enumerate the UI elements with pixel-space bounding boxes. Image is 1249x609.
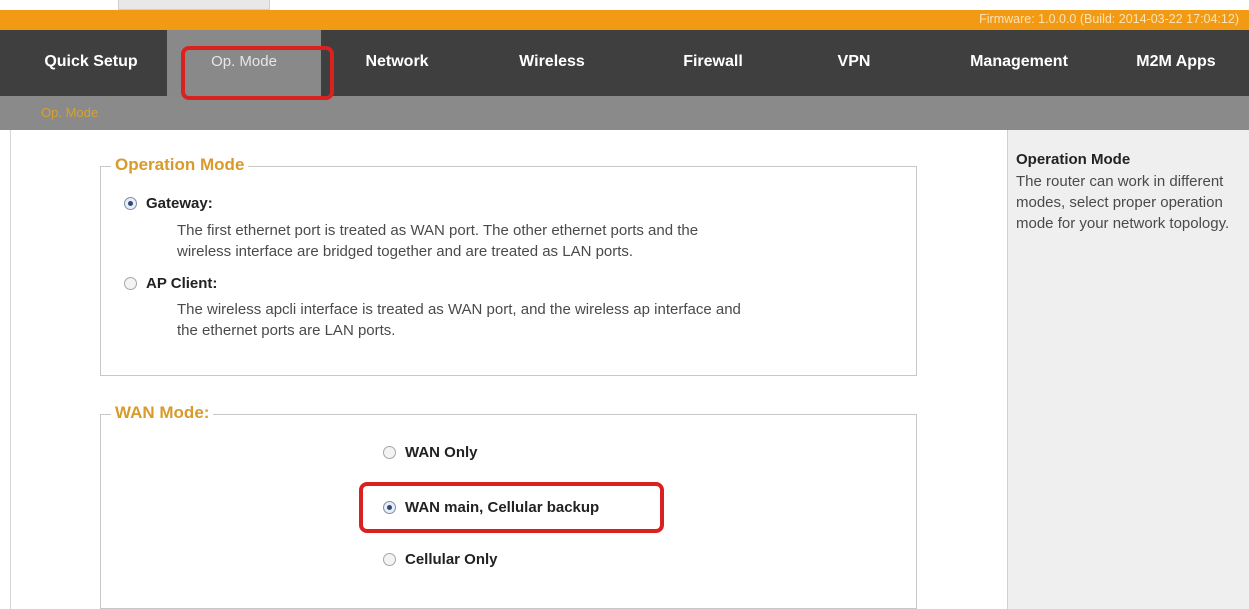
ap-client-description-line2: the ethernet ports are LAN ports.	[177, 322, 396, 339]
nav-wireless[interactable]: Wireless	[486, 30, 618, 96]
top-tab-stub	[118, 0, 270, 10]
sub-nav: Op. Mode	[0, 96, 1249, 130]
cellular-only-radio[interactable]	[383, 553, 396, 566]
gateway-option[interactable]: Gateway:	[124, 195, 213, 212]
nav-vpn[interactable]: VPN	[819, 30, 889, 96]
firmware-version: Firmware: 1.0.0.0 (Build: 2014-03-22 17:…	[979, 12, 1239, 26]
wan-main-cellular-backup-option[interactable]: WAN main, Cellular backup	[383, 499, 599, 516]
wan-only-option[interactable]: WAN Only	[383, 444, 478, 461]
nav-network[interactable]: Network	[338, 30, 456, 96]
gateway-description-line1: The first ethernet port is treated as WA…	[177, 222, 699, 239]
ap-client-option[interactable]: AP Client:	[124, 275, 217, 292]
nav-firewall[interactable]: Firewall	[650, 30, 776, 96]
nav-quick-setup[interactable]: Quick Setup	[22, 30, 160, 96]
wan-main-cellular-backup-label: WAN main, Cellular backup	[405, 499, 600, 516]
cellular-only-label: Cellular Only	[405, 551, 498, 568]
wan-main-cellular-backup-radio[interactable]	[383, 501, 396, 514]
cellular-only-option[interactable]: Cellular Only	[383, 551, 498, 568]
wan-only-radio[interactable]	[383, 446, 396, 459]
gateway-radio[interactable]	[124, 197, 137, 210]
wan-mode-legend: WAN Mode:	[111, 403, 214, 423]
operation-mode-fieldset: Operation Mode	[100, 155, 917, 376]
nav-m2m-apps[interactable]: M2M Apps	[1112, 30, 1240, 96]
help-text: The router can work in different modes, …	[1016, 173, 1230, 232]
nav-management[interactable]: Management	[944, 30, 1094, 96]
ap-client-label: AP Client:	[146, 275, 218, 292]
ap-client-description: The wireless apcli interface is treated …	[177, 299, 741, 341]
help-title: Operation Mode	[1016, 151, 1131, 168]
operation-mode-legend: Operation Mode	[111, 155, 249, 175]
main-nav: Quick Setup Op. Mode Network Wireless Fi…	[0, 30, 1249, 96]
gateway-label: Gateway:	[146, 195, 213, 212]
firmware-bar: Firmware: 1.0.0.0 (Build: 2014-03-22 17:…	[0, 10, 1249, 30]
wan-only-label: WAN Only	[405, 444, 478, 461]
subnav-op-mode[interactable]: Op. Mode	[41, 105, 98, 120]
gateway-description: The first ethernet port is treated as WA…	[177, 220, 698, 262]
ap-client-radio[interactable]	[124, 277, 137, 290]
nav-op-mode[interactable]: Op. Mode	[167, 30, 321, 96]
gateway-description-line2: wireless interface are bridged together …	[177, 243, 634, 260]
ap-client-description-line1: The wireless apcli interface is treated …	[177, 301, 741, 318]
